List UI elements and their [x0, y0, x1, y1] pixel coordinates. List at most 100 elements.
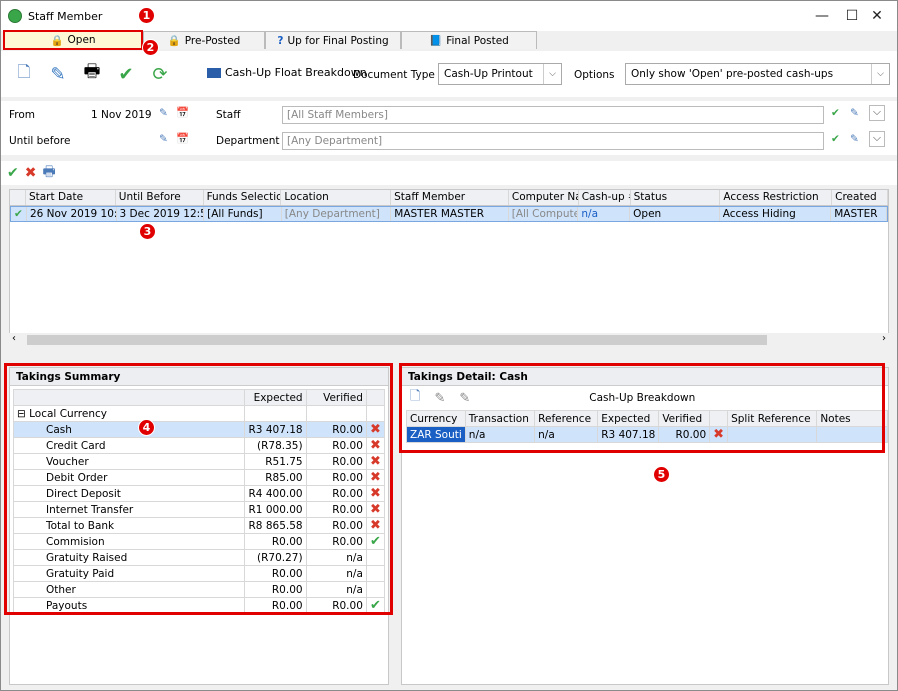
float-breakdown-button[interactable]: Cash-Up Float Breakdown	[207, 66, 367, 79]
summary-row-credit-card[interactable]: Credit Card (R78.35) R0.00 ✖	[12, 437, 386, 454]
close-button[interactable]: ✕	[854, 1, 898, 31]
app-icon	[8, 9, 22, 23]
calculator-icon	[207, 67, 221, 78]
column-header[interactable]: Computer Name	[509, 190, 579, 205]
document-type-select[interactable]: Cash-Up Printout ⌵	[438, 63, 562, 85]
column-header[interactable]: Status	[631, 190, 721, 205]
summary-row-cash[interactable]: Cash R3 407.18 R0.00 ✖	[12, 421, 386, 438]
reject-icon[interactable]: ✖	[25, 165, 37, 181]
check-icon[interactable]: ✔	[831, 107, 840, 119]
cross-icon[interactable]: ✖	[709, 426, 729, 443]
verify-check-icon[interactable]: ✔	[115, 63, 137, 85]
scroll-left-icon[interactable]: ‹	[12, 333, 16, 344]
column-header[interactable]: Access Restriction	[720, 190, 833, 205]
calendar-icon[interactable]: 📅	[176, 106, 189, 119]
options-select[interactable]: Only show 'Open' pre-posted cash-ups ⌵	[625, 63, 890, 85]
summary-row-gratuity-raised[interactable]: Gratuity Raised (R70.27) n/a	[12, 549, 386, 566]
options-label: Options	[574, 69, 615, 81]
chevron-down-icon: ⌵	[871, 64, 889, 84]
column-header[interactable]: Cash-up #	[579, 190, 631, 205]
takings-detail-table: Currency Transaction Reference Expected …	[406, 410, 888, 443]
calendar-icon[interactable]: 📅	[176, 132, 189, 145]
horizontal-scrollbar[interactable]: ‹ ›	[9, 333, 889, 347]
cross-icon[interactable]: ✖	[365, 485, 386, 502]
tab-up-for-final-posting[interactable]: ? Up for Final Posting	[265, 31, 401, 49]
from-date-field[interactable]: 1 Nov 2019	[87, 106, 155, 124]
cashup-grid: Start Date Until Before Funds Selection …	[9, 189, 889, 334]
eraser-icon[interactable]: ✎	[459, 391, 470, 406]
print-icon[interactable]: 🖶	[81, 61, 103, 85]
from-label: From	[9, 109, 36, 121]
window-title: Staff Member	[28, 9, 103, 23]
cross-icon[interactable]: ✖	[365, 453, 386, 470]
table-row[interactable]: ZAR Souti n/a n/a R3 407.18 R0.00 ✖	[406, 426, 888, 443]
annotation-badge-5: 5	[653, 466, 670, 483]
verify-all-icon[interactable]: ✔	[7, 165, 19, 181]
column-header[interactable]: Expected	[597, 410, 660, 427]
new-document-icon[interactable]: 🗋	[410, 387, 420, 409]
tab-pre-posted[interactable]: 🔒 Pre-Posted	[143, 31, 265, 49]
column-header[interactable]: Currency	[406, 410, 466, 427]
summary-row-debit-order[interactable]: Debit Order R85.00 R0.00 ✖	[12, 469, 386, 486]
eraser-icon[interactable]: ✎	[850, 107, 859, 119]
summary-row-voucher[interactable]: Voucher R51.75 R0.00 ✖	[12, 453, 386, 470]
check-icon[interactable]: ✔	[365, 597, 386, 614]
edit-icon[interactable]: ✎	[434, 391, 445, 406]
question-icon: ?	[277, 34, 284, 47]
edit-icon[interactable]: ✎	[47, 63, 69, 85]
tab-open[interactable]: 🔒 Open	[3, 30, 143, 50]
column-header[interactable]: Reference	[534, 410, 599, 427]
cross-icon[interactable]: ✖	[365, 437, 386, 454]
department-field[interactable]: [Any Department]	[282, 132, 824, 150]
cashup-breakdown-label[interactable]: Cash-Up Breakdown	[589, 392, 695, 404]
eraser-icon[interactable]: ✎	[159, 107, 168, 119]
group-local-currency[interactable]: ⊟ Local Currency	[12, 405, 246, 422]
empty-cell	[365, 565, 386, 582]
new-document-icon[interactable]: 🗋	[13, 62, 35, 85]
collapse-icon[interactable]: ⊟	[17, 408, 29, 420]
column-header[interactable]: Start Date	[26, 190, 116, 205]
empty-cell	[365, 549, 386, 566]
summary-row-internet-transfer[interactable]: Internet Transfer R1 000.00 R0.00 ✖	[12, 501, 386, 518]
annotation-badge-2: 2	[142, 39, 159, 56]
document-type-label: Document Type	[353, 69, 435, 81]
summary-row-commision[interactable]: Commision R0.00 R0.00 ✔	[12, 533, 386, 550]
cross-icon[interactable]: ✖	[365, 517, 386, 534]
eraser-icon[interactable]: ✎	[159, 133, 168, 145]
column-header[interactable]: Staff Member	[391, 190, 509, 205]
column-header[interactable]: Until Before	[116, 190, 204, 205]
check-icon[interactable]: ✔	[831, 133, 840, 145]
scroll-thumb[interactable]	[27, 335, 767, 345]
summary-row-gratuity-paid[interactable]: Gratuity Paid R0.00 n/a	[12, 565, 386, 582]
check-icon[interactable]: ✔	[365, 533, 386, 550]
summary-row-payouts[interactable]: Payouts R0.00 R0.00 ✔	[12, 597, 386, 614]
column-header[interactable]: Transaction	[464, 410, 536, 427]
table-row[interactable]: ✔ 26 Nov 2019 10:21 3 Dec 2019 12:53 [Al…	[10, 206, 888, 222]
column-header	[709, 410, 729, 427]
eraser-icon[interactable]: ✎	[850, 133, 859, 145]
cross-icon[interactable]: ✖	[365, 501, 386, 518]
column-header[interactable]: Created	[832, 190, 888, 205]
column-header[interactable]: Location	[281, 190, 392, 205]
until-before-date-field[interactable]	[87, 132, 155, 150]
detail-toolbar: 🗋 ✎ ✎ Cash-Up Breakdown	[402, 386, 888, 410]
summary-row-total-to-bank[interactable]: Total to Bank R8 865.58 R0.00 ✖	[12, 517, 386, 534]
column-header[interactable]: Funds Selection	[204, 190, 282, 205]
chevron-down-icon[interactable]: ⌵	[869, 105, 885, 121]
chevron-down-icon[interactable]: ⌵	[869, 131, 885, 147]
print-icon[interactable]: 🖶	[42, 161, 55, 185]
column-header[interactable]: Verified	[658, 410, 711, 427]
tab-final-posted[interactable]: 📘 Final Posted	[401, 31, 537, 49]
annotation-badge-3: 3	[139, 223, 156, 240]
summary-row-other[interactable]: Other R0.00 n/a	[12, 581, 386, 598]
empty-cell	[365, 581, 386, 598]
refresh-icon[interactable]: ⟳	[149, 63, 171, 85]
summary-row-direct-deposit[interactable]: Direct Deposit R4 400.00 R0.00 ✖	[12, 485, 386, 502]
staff-field[interactable]: [All Staff Members]	[282, 106, 824, 124]
cross-icon[interactable]: ✖	[365, 469, 386, 486]
cross-icon[interactable]: ✖	[365, 421, 386, 438]
status-tabs: 🔒 Open 🔒 Pre-Posted ? Up for Final Posting …	[1, 30, 897, 50]
column-header[interactable]: Split Reference	[727, 410, 818, 427]
scroll-right-icon[interactable]: ›	[882, 333, 886, 344]
column-header[interactable]: Notes	[816, 410, 888, 427]
